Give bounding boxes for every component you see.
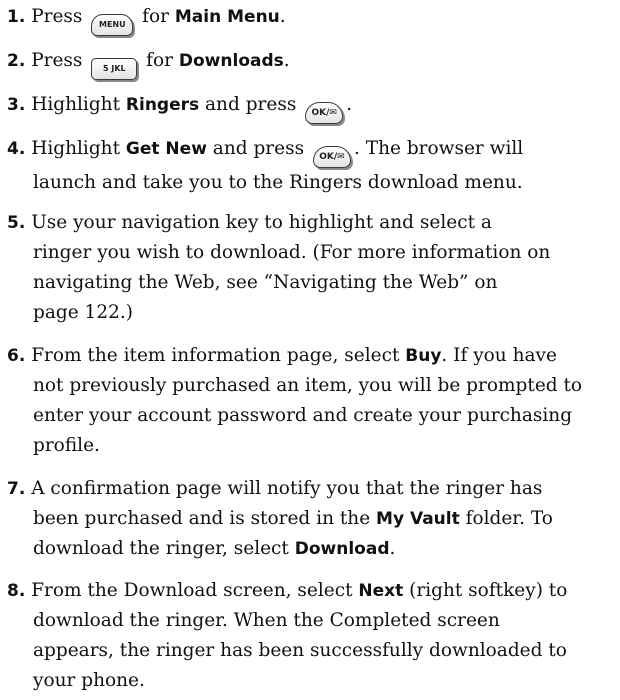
step-text: . [389, 538, 396, 559]
step-5: 5. Use your navigation key to highlight … [7, 208, 613, 328]
step-number: 1. [7, 7, 26, 27]
step-text: navigating the Web, see “Navigating the … [33, 272, 498, 293]
step-line: 5. Use your navigation key to highlight … [7, 208, 613, 238]
step-line: not previously purchased an item, you wi… [7, 371, 613, 401]
step-7: 7. A confirmation page will notify you t… [7, 474, 613, 564]
step-text: . If you have [441, 345, 557, 366]
step-text: From the Download screen, select [31, 580, 359, 601]
step-text: been purchased and is stored in the [33, 508, 377, 529]
step-text: folder. To [459, 508, 553, 529]
menu-key-icon: MENU [91, 14, 134, 36]
step-line: been purchased and is stored in the My V… [7, 504, 613, 534]
step-line: launch and take you to the Ringers downl… [7, 168, 613, 198]
step-text: . The browser will [353, 138, 524, 159]
step-text: A confirmation page will notify you that… [31, 478, 543, 499]
step-text: launch and take you to the Ringers downl… [33, 172, 523, 193]
step-text: . [283, 50, 290, 71]
step-4: 4. Highlight Get New and press OK/✉. The… [7, 134, 613, 198]
step-line: download the ringer. When the Completed … [7, 606, 613, 636]
step-line: 4. Highlight Get New and press OK/✉. The… [7, 134, 613, 168]
step-line: 8. From the Download screen, select Next… [7, 576, 613, 606]
step-text: download the ringer. When the Completed … [33, 610, 500, 631]
step-line: 1. Press MENU for Main Menu. [7, 2, 613, 36]
step-line: your phone. [7, 666, 613, 696]
bold-term: Get New [125, 139, 207, 159]
step-text: . [279, 6, 286, 27]
step-text: Highlight [31, 94, 126, 115]
step-text: . [346, 94, 353, 115]
step-text: Use your navigation key to highlight and… [31, 212, 492, 233]
step-line: 6. From the item information page, selec… [7, 341, 613, 371]
step-text: (right softkey) to [403, 580, 568, 601]
step-text: Press [31, 50, 89, 71]
five-jkl-key-icon: 5 JKL [91, 58, 138, 80]
step-number: 7. [7, 479, 26, 499]
step-line: 2. Press 5 JKL for Downloads. [7, 46, 613, 80]
bold-term: Downloads [178, 51, 284, 71]
step-number: 4. [7, 139, 26, 159]
step-line: appears, the ringer has been successfull… [7, 636, 613, 666]
step-3: 3. Highlight Ringers and press OK/✉. [7, 90, 613, 124]
ok-key-icon: OK/✉ [312, 146, 351, 168]
step-8: 8. From the Download screen, select Next… [7, 576, 613, 696]
step-text: and press [206, 138, 310, 159]
step-text: and press [199, 94, 303, 115]
step-line: 7. A confirmation page will notify you t… [7, 474, 613, 504]
ok-key-icon: OK/✉ [305, 102, 344, 124]
step-text: Highlight [31, 138, 126, 159]
step-text: not previously purchased an item, you wi… [33, 375, 583, 396]
step-line: 3. Highlight Ringers and press OK/✉. [7, 90, 613, 124]
step-line: download the ringer, select Download. [7, 534, 613, 564]
step-line: navigating the Web, see “Navigating the … [7, 268, 613, 298]
step-line: profile. [7, 431, 613, 461]
step-text: ringer you wish to download. (For more i… [33, 242, 551, 263]
bold-term: Ringers [125, 95, 200, 115]
step-text: Press [31, 6, 89, 27]
step-2: 2. Press 5 JKL for Downloads. [7, 46, 613, 80]
step-1: 1. Press MENU for Main Menu. [7, 2, 613, 36]
step-text: for [136, 6, 175, 27]
step-number: 2. [7, 51, 26, 71]
bold-term: Buy [405, 346, 442, 366]
step-text: From the item information page, select [31, 345, 406, 366]
step-number: 3. [7, 95, 26, 115]
step-text: page 122.) [33, 302, 133, 323]
step-number: 8. [7, 581, 26, 601]
bold-term: My Vault [376, 509, 460, 529]
step-text: your phone. [33, 670, 145, 691]
step-line: page 122.) [7, 298, 613, 328]
bold-term: Download [294, 539, 390, 559]
step-text: appears, the ringer has been successfull… [33, 640, 567, 661]
step-text: download the ringer, select [33, 538, 295, 559]
step-6: 6. From the item information page, selec… [7, 341, 613, 461]
step-number: 6. [7, 346, 26, 366]
step-text: for [140, 50, 179, 71]
step-text: profile. [33, 435, 100, 456]
step-line: enter your account password and create y… [7, 401, 613, 431]
bold-term: Next [358, 581, 404, 601]
bold-term: Main Menu [174, 7, 280, 27]
step-text: enter your account password and create y… [33, 405, 573, 426]
step-number: 5. [7, 213, 26, 233]
step-line: ringer you wish to download. (For more i… [7, 238, 613, 268]
